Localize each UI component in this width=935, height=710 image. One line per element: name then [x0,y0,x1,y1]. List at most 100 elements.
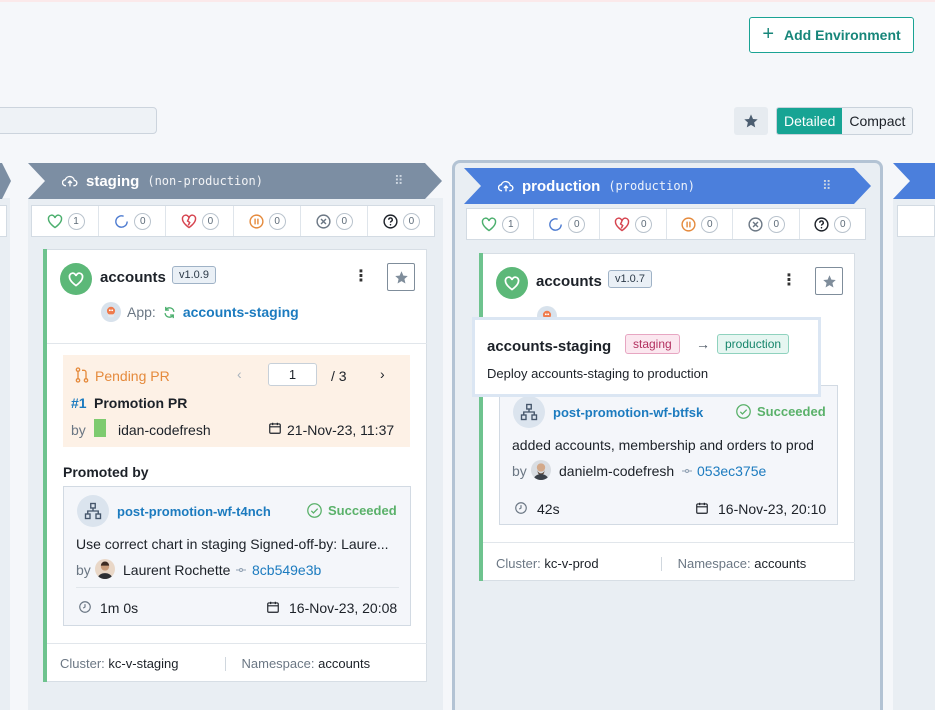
footer-separator [224,656,226,671]
pr-author: idan-codefresh [118,422,211,438]
status-degraded[interactable]: 0 [166,206,234,236]
author-avatar [531,460,551,480]
drag-handle-icon[interactable]: ⠿ [822,178,831,194]
progressing-icon [549,217,563,231]
drag-handle-icon[interactable]: ⠿ [394,173,403,189]
tooltip-description: Deploy accounts-staging to production [487,366,709,381]
pager-next-button[interactable]: › [380,366,385,382]
status-count: 0 [335,212,353,230]
application-link[interactable]: accounts-staging [183,304,299,320]
commit-author: Laurent Rochette [123,562,231,578]
clock-icon [79,601,91,613]
missing-icon [748,216,763,232]
favorites-filter-button[interactable] [734,107,768,135]
app-name[interactable]: accounts [536,273,602,290]
cloud-upload-icon [498,180,514,192]
staging-column-header: staging (non-production) ⠿ [28,163,443,199]
environment-name: production [522,177,601,195]
status-missing[interactable]: 0 [733,209,800,239]
add-environment-button[interactable]: + Add Environment [749,17,914,53]
favorite-button[interactable] [387,263,415,291]
app-name[interactable]: accounts [100,269,166,286]
namespace-label: Namespace: [241,656,315,671]
app-link-row: App: accounts-staging [101,302,299,322]
status-suspended[interactable]: 0 [234,206,301,236]
commit-sha[interactable]: 8cb549e3b [252,562,321,578]
pr-title[interactable]: Promotion PR [94,395,187,411]
workflow-name[interactable]: post-promotion-wf-t4nch [117,504,271,519]
top-border [0,0,935,2]
commit-icon [236,568,246,572]
card-footer: Cluster: kc-v-prod Namespace: accounts [496,556,806,571]
pager-prev-button[interactable]: ‹ [237,366,242,382]
workflow-name[interactable]: post-promotion-wf-btfsk [553,405,703,420]
status-progressing[interactable]: 0 [99,206,167,236]
source-environment-tag: staging [625,334,680,354]
view-detailed-button[interactable]: Detailed [777,108,843,134]
card-divider [483,542,855,543]
add-environment-label: Add Environment [784,27,901,43]
namespace-value: accounts [318,656,371,671]
status-suspended[interactable]: 0 [667,209,733,239]
commit-icon [682,469,692,473]
star-icon [822,274,836,287]
kebab-icon[interactable]: ⋮ [781,270,797,290]
next-column-status [897,205,935,237]
status-progressing[interactable]: 0 [534,209,600,239]
cluster-label: Cluster: [60,656,105,671]
calendar-icon [696,502,708,514]
health-badge [496,267,528,299]
card-divider [47,343,427,344]
star-icon [744,114,758,128]
heart-icon [68,272,84,287]
workflow-status-label: Succeeded [328,503,397,518]
status-degraded[interactable]: 0 [600,209,667,239]
cluster-label: Cluster: [496,556,541,571]
pr-number[interactable]: #1 [71,395,87,411]
production-app-card: accounts v1.0.7 ⋮ post-promotion-wf-btfs… [479,253,855,581]
promotion-tooltip: accounts-staging staging → production De… [472,317,821,397]
cloud-upload-icon [62,175,78,187]
status-unknown[interactable]: 0 [368,206,434,236]
footer-separator [660,556,662,571]
version-badge: v1.0.9 [172,266,216,284]
status-missing[interactable]: 0 [301,206,368,236]
paused-icon [249,213,264,229]
workflow-panel: post-promotion-wf-btfsk Succeeded added … [499,385,838,525]
status-unknown[interactable]: 0 [800,209,866,239]
tooltip-title: accounts-staging [487,338,612,355]
workflow-date: 16-Nov-23, 20:08 [289,600,398,616]
commit-message: Use correct chart in staging Signed-off-… [76,536,389,552]
workflow-duration: 42s [537,501,560,517]
status-count: 0 [134,212,152,230]
environment-kind: (non-production) [147,174,263,188]
heart-icon [504,276,520,291]
commit-sha[interactable]: 053ec375e [697,463,766,479]
next-column-header [893,163,935,199]
status-healthy[interactable]: 1 [467,209,534,239]
workflow-duration: 1m 0s [100,600,139,616]
workflow-status-label: Succeeded [757,404,826,419]
clock-icon [515,502,527,514]
argo-avatar [101,302,121,322]
kebab-icon[interactable]: ⋮ [353,266,369,286]
version-badge: v1.0.7 [608,270,652,288]
commit-author: danielm-codefresh [559,463,675,479]
search-input[interactable] [0,107,157,134]
view-compact-button[interactable]: Compact [842,108,913,134]
status-count: 0 [201,212,219,230]
status-count: 0 [834,215,852,233]
health-rail [43,249,47,682]
status-count: 0 [767,215,785,233]
namespace-value: accounts [754,556,807,571]
previous-column-header [0,163,11,199]
status-healthy[interactable]: 1 [32,206,100,236]
broken-heart-icon [614,217,630,232]
commit-message: added accounts, membership and orders to… [512,437,814,453]
health-badge [60,263,92,295]
pager-page-input[interactable]: 1 [268,363,317,386]
favorite-button[interactable] [815,267,843,295]
workflow-icon [513,396,545,428]
environment-kind: (production) [608,179,696,193]
workflow-panel: post-promotion-wf-t4nch Succeeded Use co… [63,486,411,626]
